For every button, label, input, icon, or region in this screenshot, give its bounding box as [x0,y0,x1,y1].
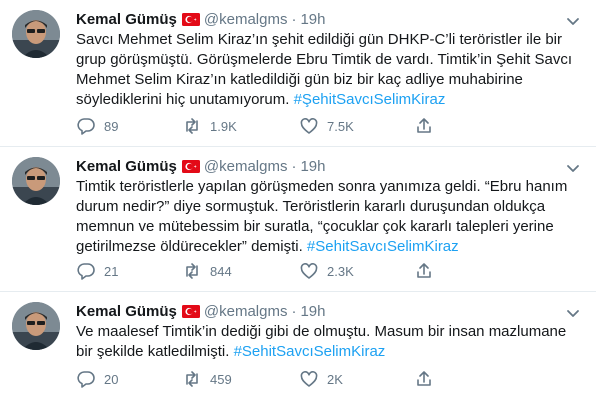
tweet-text: Timtik teröristlerle yapılan görüşmeden … [76,177,576,257]
retweet-button[interactable]: 844 [182,260,232,282]
like-button[interactable]: 2.3K [299,260,354,282]
avatar-photo [12,302,60,350]
hashtag-link[interactable]: #SehitSavcıSelimKiraz [307,238,459,255]
tweet-header: Kemal Gümüş @kemalgms · 19h [76,300,325,322]
reply-count: 21 [104,263,119,279]
chevron-down-icon[interactable] [564,12,582,30]
heart-icon [299,116,319,136]
like-count: 2K [327,371,343,387]
separator-dot: · [291,10,297,28]
tweet[interactable]: Kemal Gümüş @kemalgms · 19h Savcı Mehmet… [0,0,596,150]
tweet-actions: 20 459 2K [76,368,536,390]
separator-dot: · [291,302,297,320]
retweet-count: 1.9K [210,118,237,134]
reply-button[interactable]: 89 [76,115,118,137]
retweet-button[interactable]: 1.9K [182,115,237,137]
share-button[interactable] [414,368,434,390]
chevron-down-icon[interactable] [564,304,582,322]
author-handle[interactable]: @kemalgms [204,303,288,320]
retweet-icon [182,116,202,136]
turkey-flag-icon [181,12,200,26]
heart-icon [299,369,319,389]
share-button[interactable] [414,115,434,137]
avatar[interactable] [12,302,60,350]
tweet[interactable]: Kemal Gümüş @kemalgms · 19h Timtik terör… [0,147,596,297]
author-name[interactable]: Kemal Gümüş [76,303,177,320]
retweet-button[interactable]: 459 [182,368,232,390]
reply-button[interactable]: 21 [76,260,118,282]
share-icon [414,116,434,136]
share-button[interactable] [414,260,434,282]
tweet-actions: 21 844 2.3K [76,260,536,282]
share-icon [414,369,434,389]
reply-button[interactable]: 20 [76,368,118,390]
heart-icon [299,261,319,281]
separator-dot: · [291,157,297,175]
author-handle[interactable]: @kemalgms [204,158,288,175]
reply-icon [76,116,96,136]
like-button[interactable]: 2K [299,368,343,390]
tweet-actions: 89 1.9K 7.5K [76,115,536,137]
reply-count: 89 [104,118,119,134]
timestamp[interactable]: 19h [300,303,325,320]
reply-icon [76,369,96,389]
author-handle[interactable]: @kemalgms [204,11,288,28]
author-name[interactable]: Kemal Gümüş [76,11,177,28]
retweet-count: 844 [210,263,232,279]
like-count: 7.5K [327,118,354,134]
avatar[interactable] [12,157,60,205]
avatar-photo [12,10,60,58]
reply-icon [76,261,96,281]
avatar-photo [12,157,60,205]
like-button[interactable]: 7.5K [299,115,354,137]
retweet-icon [182,261,202,281]
retweet-count: 459 [210,371,232,387]
tweet[interactable]: Kemal Gümüş @kemalgms · 19h Ve maalesef … [0,292,596,400]
timestamp[interactable]: 19h [300,11,325,28]
tweet-text: Savcı Mehmet Selim Kiraz’ın şehit edildi… [76,30,576,110]
timestamp[interactable]: 19h [300,158,325,175]
share-icon [414,261,434,281]
like-count: 2.3K [327,263,354,279]
tweet-header: Kemal Gümüş @kemalgms · 19h [76,155,325,177]
tweet-text: Ve maalesef Timtik’in dediği gibi de olm… [76,322,576,362]
avatar[interactable] [12,10,60,58]
hashtag-link[interactable]: #ŞehitSavcıSelimKiraz [294,91,446,108]
reply-count: 20 [104,371,119,387]
tweet-header: Kemal Gümüş @kemalgms · 19h [76,8,325,30]
turkey-flag-icon [181,159,200,173]
turkey-flag-icon [181,304,200,318]
author-name[interactable]: Kemal Gümüş [76,158,177,175]
hashtag-link[interactable]: #SehitSavcıSelimKiraz [234,343,386,360]
retweet-icon [182,369,202,389]
chevron-down-icon[interactable] [564,159,582,177]
